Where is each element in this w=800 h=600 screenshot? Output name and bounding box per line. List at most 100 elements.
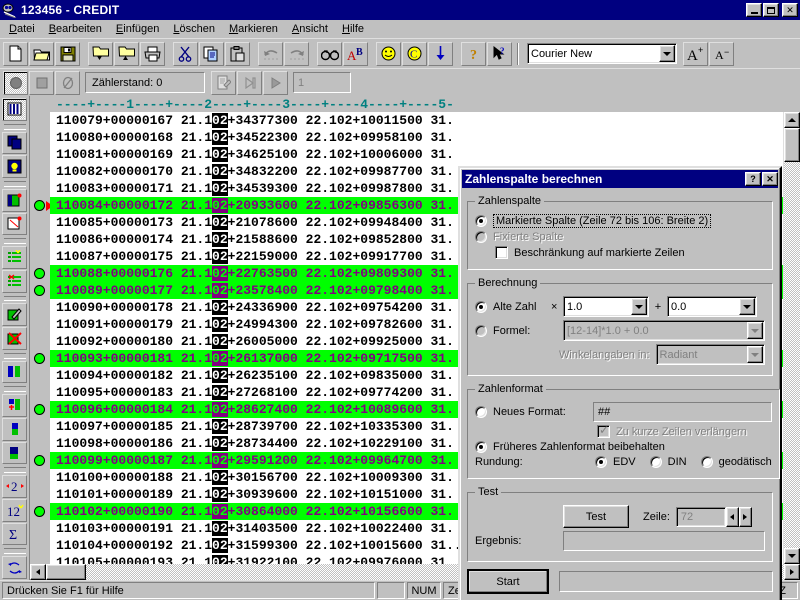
selected-column-cell[interactable]: 02: [212, 402, 228, 418]
new-file-icon[interactable]: [3, 41, 28, 66]
selected-column-cell[interactable]: 02: [212, 164, 228, 180]
menu-bearbeiten[interactable]: Bearbeiten: [42, 21, 109, 37]
scroll-left-button[interactable]: [30, 564, 46, 580]
dialog-close-button[interactable]: ✕: [762, 172, 778, 186]
radio-rounding-geodaetisch-dot[interactable]: [700, 456, 713, 468]
menu-markieren[interactable]: Markieren: [222, 21, 285, 37]
line-number-input[interactable]: 72: [675, 506, 726, 527]
cancel-slash-icon[interactable]: [55, 70, 80, 95]
font-combo-chevron-down-icon[interactable]: [659, 45, 675, 62]
current-line-marker-icon[interactable]: [34, 200, 53, 212]
checkbox-restrict-marked-rows[interactable]: Beschränkung auf markierte Zeilen: [495, 246, 765, 259]
selected-column-cell[interactable]: 02: [212, 283, 228, 299]
marked-line-marker-icon[interactable]: [34, 285, 45, 297]
line-number-spinner[interactable]: [725, 506, 752, 527]
selected-column-cell[interactable]: 02: [212, 181, 228, 197]
marked-line-marker-icon[interactable]: [34, 506, 45, 518]
factor-combo[interactable]: 1.0: [563, 296, 649, 317]
radio-marked-column[interactable]: Markierte Spalte (Zeile 72 bis 106: Brei…: [475, 214, 765, 228]
selected-column-cell[interactable]: 02: [212, 334, 228, 350]
paste-icon[interactable]: [225, 41, 250, 66]
folder-down-icon[interactable]: [88, 41, 113, 66]
marked-line-marker-icon[interactable]: [34, 404, 45, 416]
selected-column-cell[interactable]: 02: [212, 147, 228, 163]
undo-icon[interactable]: [258, 41, 283, 66]
two-columns-icon[interactable]: [2, 360, 27, 384]
font-family-combo[interactable]: Courier New: [527, 43, 677, 64]
radio-formula-dot[interactable]: [475, 324, 487, 337]
radio-rounding-geodaetisch[interactable]: geodätisch: [700, 456, 772, 468]
print-icon[interactable]: [140, 41, 165, 66]
recalc-loop-icon[interactable]: [2, 556, 27, 579]
menu-loeschen[interactable]: Löschen: [166, 21, 222, 37]
offset-combo[interactable]: 0.0: [667, 296, 757, 317]
radio-keep-format-dot[interactable]: [475, 441, 487, 453]
scroll-up-button[interactable]: [784, 112, 800, 129]
start-button[interactable]: Start: [467, 569, 549, 594]
list-add-icon[interactable]: [2, 246, 27, 269]
vertical-scrollbar[interactable]: [783, 112, 800, 564]
copyright-circle-icon[interactable]: C: [402, 41, 427, 66]
record-circle-icon[interactable]: [3, 70, 28, 95]
width-2-icon[interactable]: 2: [2, 475, 27, 498]
text-line[interactable]: 110079+00000167 21.102+34377300 22.102+1…: [50, 112, 783, 129]
column-dark-icon[interactable]: [2, 441, 27, 465]
selected-column-cell[interactable]: 02: [212, 351, 228, 367]
menu-ansicht[interactable]: Ansicht: [285, 21, 335, 37]
selected-column-cell[interactable]: 02: [212, 385, 228, 401]
selected-column-cell[interactable]: 02: [212, 249, 228, 265]
cut-scissors-icon[interactable]: [173, 41, 198, 66]
line-spin-left-button[interactable]: [725, 506, 739, 527]
text-line[interactable]: 110080+00000168 21.102+34522300 22.102+0…: [50, 129, 783, 146]
offset-chevron-down-icon[interactable]: [739, 298, 755, 315]
repeat-count-input[interactable]: 1: [293, 72, 351, 93]
sum-sigma-icon[interactable]: Σ: [2, 522, 27, 546]
arrow-down-icon[interactable]: [428, 41, 453, 66]
line-marker-gutter[interactable]: [30, 112, 53, 564]
factor-chevron-down-icon[interactable]: [631, 298, 647, 315]
row-keep-format[interactable]: Früheres Zahlenformat beibehalten: [475, 441, 772, 453]
menu-datei[interactable]: Datei: [2, 21, 42, 37]
marked-line-marker-icon[interactable]: [34, 268, 45, 280]
insert-block-icon[interactable]: [2, 188, 27, 212]
radio-marked-column-dot[interactable]: [475, 215, 487, 227]
decrease-font-size-button[interactable]: A −: [709, 41, 734, 66]
marked-line-marker-icon[interactable]: [34, 455, 45, 467]
selected-column-cell[interactable]: 02: [212, 232, 228, 248]
new-block-icon[interactable]: [2, 212, 27, 236]
selected-column-cell[interactable]: 02: [212, 521, 228, 537]
minimize-button[interactable]: [746, 3, 762, 17]
macro-edit-icon[interactable]: [211, 70, 236, 95]
selected-column-cell[interactable]: 02: [212, 436, 228, 452]
radio-rounding-edv-dot[interactable]: [595, 456, 607, 468]
selected-column-cell[interactable]: 02: [212, 368, 228, 384]
selected-column-cell[interactable]: 02: [212, 317, 228, 333]
column-blue-icon[interactable]: [2, 417, 27, 441]
vscroll-thumb[interactable]: [784, 128, 800, 163]
radio-old-number-dot[interactable]: [475, 300, 487, 313]
folder-up-icon[interactable]: [114, 41, 139, 66]
open-folder-icon[interactable]: [29, 41, 54, 66]
format-12-icon[interactable]: 12: [2, 498, 27, 522]
dialog-help-button[interactable]: ?: [745, 172, 761, 186]
test-button[interactable]: Test: [563, 505, 629, 528]
delete-block-icon[interactable]: [2, 327, 27, 350]
replace-ab-icon[interactable]: A B: [343, 41, 368, 66]
new-format-input[interactable]: ##: [593, 402, 772, 422]
hscroll-thumb[interactable]: [46, 564, 86, 580]
edit-block-icon[interactable]: [2, 303, 27, 327]
text-line[interactable]: 110081+00000169 21.102+34625100 22.102+1…: [50, 146, 783, 163]
selected-column-cell[interactable]: 02: [212, 487, 228, 503]
menu-hilfe[interactable]: Hilfe: [335, 21, 371, 37]
selected-column-cell[interactable]: 02: [212, 215, 228, 231]
vscroll-track[interactable]: [784, 128, 800, 548]
line-spin-right-button[interactable]: [738, 506, 752, 527]
menu-einfuegen[interactable]: Einfügen: [109, 21, 166, 37]
selected-column-cell[interactable]: 02: [212, 130, 228, 146]
radio-rounding-edv[interactable]: EDV: [595, 456, 636, 468]
radio-new-format-dot[interactable]: [475, 406, 487, 418]
radio-rounding-din-dot[interactable]: [649, 456, 662, 468]
smiley-icon[interactable]: [376, 41, 401, 66]
duplicate-block-icon[interactable]: [2, 131, 27, 155]
checkbox-restrict-box[interactable]: [495, 246, 508, 259]
